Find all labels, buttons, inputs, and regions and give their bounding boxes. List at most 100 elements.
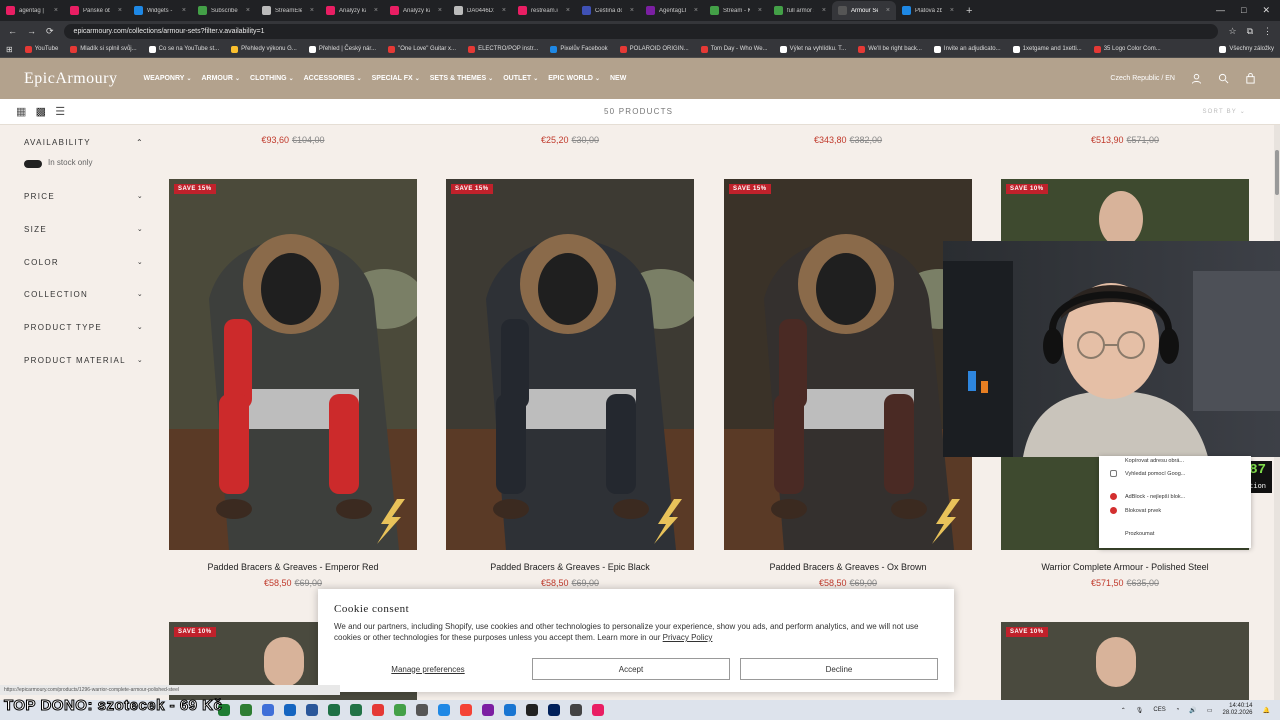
- volume-icon[interactable]: 🔊: [1189, 707, 1196, 714]
- browser-tab[interactable]: agentag | Soun ×: [0, 1, 64, 20]
- close-tab-icon[interactable]: ×: [118, 7, 122, 14]
- nav-item[interactable]: NEW: [610, 75, 626, 82]
- taskbar-app-icon[interactable]: [570, 704, 582, 716]
- taskbar-app-icon[interactable]: [526, 704, 538, 716]
- browser-tab[interactable]: Subscribe to Ap ×: [192, 1, 256, 20]
- forward-icon[interactable]: →: [27, 26, 36, 36]
- apps-icon[interactable]: ⊞: [6, 45, 13, 54]
- bookmark-item[interactable]: Pixelův Facebook: [550, 45, 608, 53]
- product-title[interactable]: Padded Bracers & Greaves - Epic Black: [446, 562, 694, 572]
- privacy-policy-link[interactable]: Privacy Policy: [663, 633, 713, 642]
- browser-tab[interactable]: restream.io ch ×: [512, 1, 576, 20]
- manage-preferences-button[interactable]: Manage preferences: [334, 658, 522, 680]
- search-icon[interactable]: [1218, 73, 1229, 84]
- reload-icon[interactable]: ⟳: [46, 26, 54, 37]
- language-indicator[interactable]: CES: [1153, 707, 1165, 713]
- grid-small-icon[interactable]: ▩: [36, 105, 48, 118]
- new-tab-icon[interactable]: +: [960, 5, 978, 17]
- browser-tab[interactable]: DA0446D1ADE ×: [448, 1, 512, 20]
- close-tab-icon[interactable]: ×: [502, 7, 506, 14]
- taskbar-app-icon[interactable]: [284, 704, 296, 716]
- close-tab-icon[interactable]: ×: [54, 7, 58, 14]
- taskbar-app-icon[interactable]: [328, 704, 340, 716]
- context-menu-item[interactable]: Blokovat prvek: [1125, 508, 1161, 514]
- close-tab-icon[interactable]: ×: [694, 7, 698, 14]
- grid-large-icon[interactable]: ▦: [16, 105, 28, 118]
- browser-tab[interactable]: Čeština do Res ×: [576, 1, 640, 20]
- notifications-icon[interactable]: 🔔: [1263, 707, 1270, 714]
- close-tab-icon[interactable]: ×: [822, 7, 826, 14]
- close-tab-icon[interactable]: ×: [630, 7, 634, 14]
- taskbar-app-icon[interactable]: [240, 704, 252, 716]
- url-field[interactable]: epicarmoury.com/collections/armour-sets?…: [63, 23, 1219, 39]
- bookmark-item[interactable]: YouTube: [24, 45, 58, 53]
- nav-item[interactable]: SPECIAL FX ⌄: [372, 75, 420, 82]
- decline-button[interactable]: Decline: [740, 658, 938, 680]
- product-title[interactable]: Warrior Complete Armour - Polished Steel: [1001, 562, 1249, 572]
- browser-tab[interactable]: Widgets - Pulse ×: [128, 1, 192, 20]
- filter-item[interactable]: PRODUCT TYPE ⌄: [24, 323, 144, 332]
- in-stock-toggle[interactable]: [24, 160, 42, 168]
- nav-item[interactable]: SETS & THEMES ⌄: [430, 75, 493, 82]
- sort-dropdown[interactable]: SORT BY ⌄: [1202, 108, 1246, 115]
- nav-item[interactable]: OUTLET ⌄: [503, 75, 538, 82]
- taskbar-app-icon[interactable]: [548, 704, 560, 716]
- mic-icon[interactable]: 🎙: [1136, 707, 1144, 714]
- filter-item[interactable]: SIZE ⌄: [24, 225, 144, 234]
- close-tab-icon[interactable]: ×: [566, 7, 570, 14]
- list-view-icon[interactable]: ☰: [55, 105, 66, 118]
- context-menu-item[interactable]: Kopírovat adresu obrá...: [1125, 458, 1184, 464]
- account-icon[interactable]: [1191, 73, 1202, 84]
- close-tab-icon[interactable]: ×: [182, 7, 186, 14]
- context-menu-item[interactable]: Vyhledat pomocí Goog...: [1125, 471, 1185, 477]
- bookmark-item[interactable]: Přehled | Český nár...: [308, 45, 376, 53]
- browser-tab[interactable]: AgentagLIVE ×: [640, 1, 704, 20]
- nav-item[interactable]: WEAPONRY ⌄: [143, 75, 191, 82]
- region-selector[interactable]: Czech Republic / EN: [1110, 75, 1175, 82]
- close-window-icon[interactable]: ✕: [1262, 5, 1270, 16]
- close-tab-icon[interactable]: ×: [246, 7, 250, 14]
- nav-item[interactable]: EPIC WORLD ⌄: [548, 75, 600, 82]
- filter-availability[interactable]: AVAILABILITY ⌃: [24, 138, 144, 147]
- product-card[interactable]: SAVE 15%: [724, 179, 972, 550]
- product-card[interactable]: SAVE 15%: [169, 179, 417, 550]
- back-icon[interactable]: ←: [8, 26, 17, 36]
- close-tab-icon[interactable]: ×: [310, 7, 314, 14]
- bookmark-item[interactable]: Mladík si splnil svůj...: [70, 45, 137, 53]
- extensions-icon[interactable]: ⧉: [1247, 26, 1253, 37]
- filter-item[interactable]: COLLECTION ⌄: [24, 290, 144, 299]
- nav-item[interactable]: ARMOUR ⌄: [201, 75, 240, 82]
- browser-tab[interactable]: Analýzy kanálu ×: [384, 1, 448, 20]
- bookmark-item[interactable]: "One Love" Guitar x...: [388, 45, 456, 53]
- star-icon[interactable]: ☆: [1228, 26, 1236, 37]
- taskbar-app-icon[interactable]: [482, 704, 494, 716]
- taskbar-app-icon[interactable]: [372, 704, 384, 716]
- bookmark-item[interactable]: Přehledy výkonu G...: [231, 45, 297, 53]
- bookmark-item[interactable]: Tom Day - Who We...: [700, 45, 768, 53]
- tray-chevron-icon[interactable]: ⌃: [1121, 707, 1126, 714]
- close-tab-icon[interactable]: ×: [950, 7, 954, 14]
- maximize-icon[interactable]: □: [1241, 5, 1246, 16]
- bookmark-item[interactable]: Invite an adjudicato...: [933, 45, 1001, 53]
- bookmark-item[interactable]: 35 Logo Color Com...: [1093, 45, 1161, 53]
- site-logo[interactable]: EpicArmoury: [24, 70, 117, 88]
- filter-item[interactable]: COLOR ⌄: [24, 258, 144, 267]
- bookmark-item[interactable]: 1xetgame and 1xetti...: [1012, 45, 1082, 53]
- minimize-icon[interactable]: —: [1216, 5, 1225, 16]
- product-card[interactable]: SAVE 10%: [1001, 622, 1249, 700]
- bookmark-item[interactable]: Co se na YouTube st...: [148, 45, 219, 53]
- taskbar-app-icon[interactable]: [306, 704, 318, 716]
- menu-icon[interactable]: ⋮: [1263, 26, 1272, 37]
- filter-item[interactable]: PRICE ⌄: [24, 192, 144, 201]
- close-tab-icon[interactable]: ×: [886, 7, 890, 14]
- battery-icon[interactable]: ▭: [1207, 707, 1213, 714]
- accept-button[interactable]: Accept: [532, 658, 730, 680]
- bookmark-item[interactable]: Výlet na vyhlídku. T...: [779, 45, 846, 53]
- browser-tab[interactable]: Stream - Kick D ×: [704, 1, 768, 20]
- wifi-icon[interactable]: ◔: [1176, 707, 1180, 713]
- close-tab-icon[interactable]: ×: [438, 7, 442, 14]
- bookmark-item[interactable]: Všechny záložky: [1219, 45, 1274, 53]
- nav-item[interactable]: CLOTHING ⌄: [250, 75, 294, 82]
- taskbar-app-icon[interactable]: [592, 704, 604, 716]
- browser-tab[interactable]: Armour Sets ×: [832, 1, 896, 20]
